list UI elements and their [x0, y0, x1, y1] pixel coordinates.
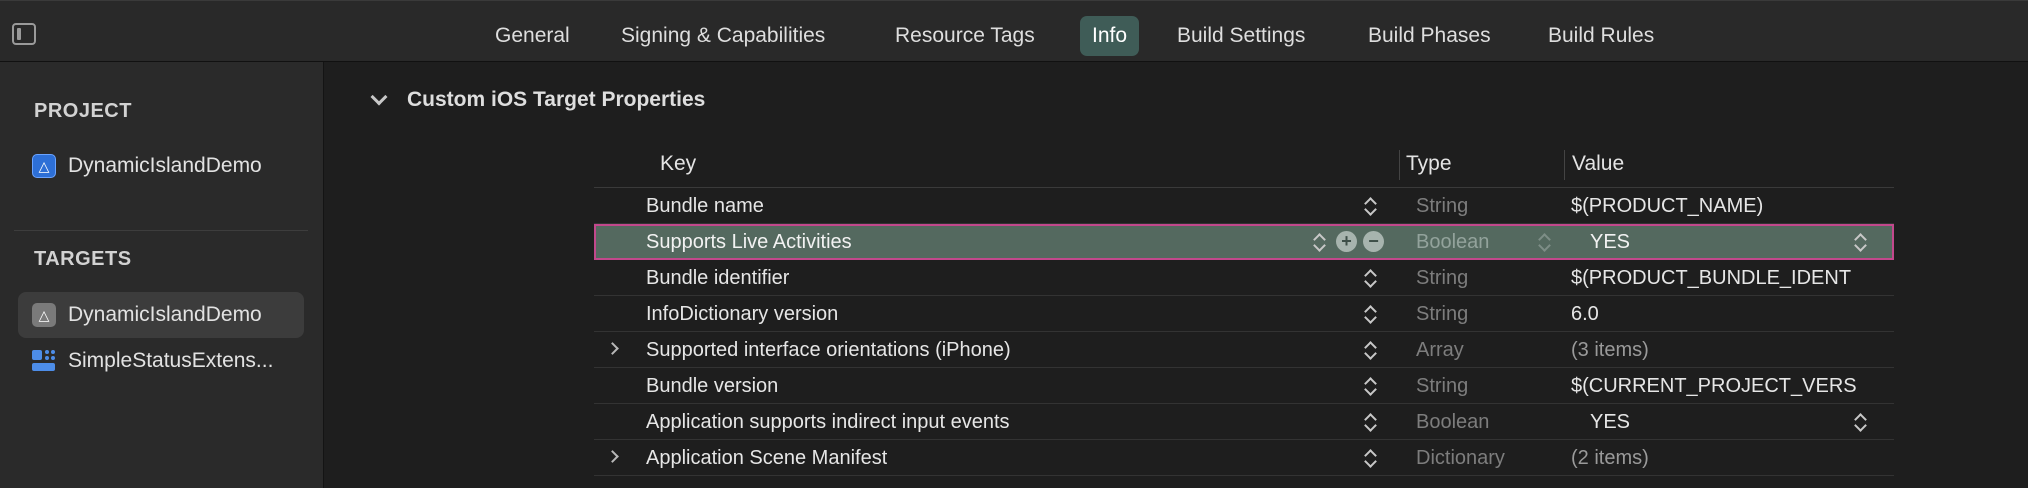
tab-signing-capabilities[interactable]: Signing & Capabilities	[609, 16, 837, 56]
row-key: Application supports indirect input even…	[646, 411, 1010, 433]
tabs: General Signing & Capabilities Resource …	[0, 16, 2028, 56]
table-row[interactable]: Supported interface orientations (iPhone…	[594, 332, 1894, 368]
chevron-down-icon[interactable]	[370, 88, 388, 106]
tab-resource-tags[interactable]: Resource Tags	[883, 16, 1047, 56]
target-item-dynamicislanddemo[interactable]: △ DynamicIslandDemo	[18, 292, 304, 338]
tab-build-rules[interactable]: Build Rules	[1536, 16, 1666, 56]
properties-table: Key Type Value Bundle name String $(PROD…	[594, 142, 1894, 476]
row-type[interactable]: String	[1416, 195, 1468, 218]
key-popup-chevron-icon[interactable]	[1364, 376, 1376, 396]
row-type[interactable]: Boolean	[1416, 231, 1489, 254]
tab-general[interactable]: General	[483, 16, 582, 56]
row-key: Bundle version	[646, 375, 779, 397]
row-type[interactable]: String	[1416, 267, 1468, 290]
key-popup-chevron-icon[interactable]	[1364, 448, 1376, 468]
section-header[interactable]: Custom iOS Target Properties	[370, 88, 706, 112]
table-row[interactable]: InfoDictionary version String 6.0	[594, 296, 1894, 332]
key-popup-chevron-icon[interactable]	[1364, 412, 1376, 432]
add-row-icon[interactable]: +	[1336, 231, 1357, 252]
key-popup-chevron-icon[interactable]	[1364, 268, 1376, 288]
extension-target-icon	[32, 349, 56, 373]
remove-row-icon[interactable]: −	[1363, 231, 1384, 252]
tab-info[interactable]: Info	[1080, 16, 1140, 56]
table-row[interactable]: Bundle identifier String $(PRODUCT_BUNDL…	[594, 260, 1894, 296]
type-popup-chevron-icon[interactable]	[1538, 232, 1550, 252]
key-popup-chevron-icon[interactable]	[1364, 196, 1376, 216]
target-item-simplestatusextension[interactable]: SimpleStatusExtens...	[18, 338, 304, 384]
row-key: InfoDictionary version	[646, 303, 839, 325]
row-value: (3 items)	[1571, 339, 1649, 361]
tab-build-settings[interactable]: Build Settings	[1165, 16, 1317, 56]
column-header-key[interactable]: Key	[660, 152, 696, 176]
row-value[interactable]: 6.0	[1571, 303, 1894, 326]
row-type[interactable]: Boolean	[1416, 411, 1489, 434]
row-type[interactable]: Dictionary	[1416, 447, 1505, 470]
chevron-right-icon[interactable]	[606, 450, 619, 463]
project-name: DynamicIslandDemo	[68, 154, 262, 177]
value-popup-chevron-icon[interactable]	[1854, 232, 1866, 252]
row-key: Application Scene Manifest	[646, 447, 888, 469]
tab-build-phases[interactable]: Build Phases	[1356, 16, 1503, 56]
key-popup-chevron-icon[interactable]	[1364, 340, 1376, 360]
column-separator[interactable]	[1399, 150, 1400, 180]
row-value[interactable]: $(CURRENT_PROJECT_VERS	[1571, 375, 1894, 398]
row-value: (2 items)	[1571, 447, 1649, 469]
column-header-type[interactable]: Type	[1406, 152, 1452, 176]
row-key: Bundle identifier	[646, 267, 790, 289]
column-separator[interactable]	[1564, 150, 1565, 180]
table-row[interactable]: Application Scene Manifest Dictionary (2…	[594, 440, 1894, 476]
row-value[interactable]: $(PRODUCT_BUNDLE_IDENT	[1571, 267, 1894, 290]
table-row[interactable]: Application supports indirect input even…	[594, 404, 1894, 440]
target-label: SimpleStatusExtens...	[68, 349, 274, 372]
key-popup-chevron-icon[interactable]	[1364, 304, 1376, 324]
app-target-icon: △	[32, 303, 56, 327]
row-type[interactable]: String	[1416, 375, 1468, 398]
value-popup-chevron-icon[interactable]	[1854, 412, 1866, 432]
navigator-divider	[14, 230, 308, 231]
table-row-selected[interactable]: Supports Live Activities + − Boolean YES	[594, 224, 1894, 260]
row-key: Supports Live Activities	[646, 231, 852, 253]
key-popup-chevron-icon[interactable]	[1313, 232, 1325, 252]
row-type[interactable]: Array	[1416, 339, 1464, 362]
section-title: Custom iOS Target Properties	[407, 88, 706, 111]
info-editor: Custom iOS Target Properties Key Type Va…	[325, 62, 2028, 488]
column-header-value[interactable]: Value	[1572, 152, 1624, 176]
table-row[interactable]: Bundle version String $(CURRENT_PROJECT_…	[594, 368, 1894, 404]
table-row[interactable]: Bundle name String $(PRODUCT_NAME)	[594, 188, 1894, 224]
row-type[interactable]: String	[1416, 303, 1468, 326]
row-value[interactable]: $(PRODUCT_NAME)	[1571, 195, 1894, 218]
xcode-project-icon: △	[32, 154, 56, 178]
row-key: Bundle name	[646, 195, 764, 217]
table-header: Key Type Value	[594, 142, 1894, 188]
project-navigator: PROJECT △ DynamicIslandDemo TARGETS △ Dy…	[0, 62, 324, 488]
targets-section-header: TARGETS	[34, 248, 132, 270]
row-key: Supported interface orientations (iPhone…	[646, 339, 1011, 361]
project-item[interactable]: △ DynamicIslandDemo	[18, 143, 304, 189]
editor-tab-bar: General Signing & Capabilities Resource …	[0, 0, 2028, 62]
chevron-right-icon[interactable]	[606, 342, 619, 355]
project-section-header: PROJECT	[34, 100, 132, 122]
target-label: DynamicIslandDemo	[68, 303, 262, 326]
